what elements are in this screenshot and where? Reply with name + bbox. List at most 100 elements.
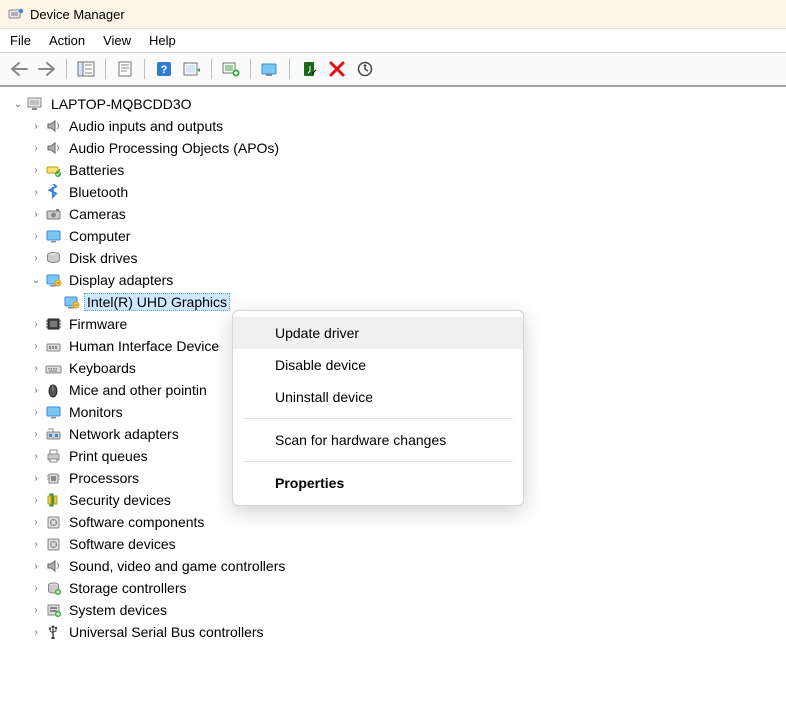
tree-device-label: Intel(R) UHD Graphics [84,293,230,311]
network-icon [44,425,64,443]
ctx-update-driver[interactable]: Update driver [233,317,523,349]
menu-help[interactable]: Help [149,33,176,48]
disable-device-button[interactable] [296,56,322,82]
tree-category-label: Cameras [66,205,129,223]
tree-category[interactable]: › Bluetooth [10,181,786,203]
tree-category-label: Computer [66,227,133,245]
toolbar-separator [66,59,67,79]
properties-button[interactable] [112,56,138,82]
chevron-right-icon[interactable]: › [28,341,44,352]
tree-root-label: LAPTOP-MQBCDD3O [48,95,195,113]
ctx-scan-hardware[interactable]: Scan for hardware changes [233,424,523,456]
tree-root[interactable]: ⌄ LAPTOP-MQBCDD3O [10,93,786,115]
help-button[interactable]: ? [151,56,177,82]
update-driver-button[interactable] [218,56,244,82]
tree-category-label: Bluetooth [66,183,131,201]
tree-category-label: Human Interface Device [66,337,222,355]
tree-category-label: Audio Processing Objects (APOs) [66,139,282,157]
chevron-right-icon[interactable]: › [28,363,44,374]
tree-category-label: Universal Serial Bus controllers [66,623,267,641]
hid-icon [44,337,64,355]
chevron-right-icon[interactable]: › [28,473,44,484]
toolbar-separator [105,59,106,79]
tree-category-label: Keyboards [66,359,139,377]
scan-hardware-alt-button[interactable] [352,56,378,82]
ctx-uninstall-device[interactable]: Uninstall device [233,381,523,413]
chevron-right-icon[interactable]: › [28,583,44,594]
ctx-properties[interactable]: Properties [233,467,523,499]
tree-category[interactable]: › Storage controllers [10,577,786,599]
svg-text:?: ? [161,64,168,76]
chevron-right-icon[interactable]: › [28,121,44,132]
menu-action[interactable]: Action [49,33,85,48]
chevron-right-icon[interactable]: › [28,187,44,198]
tree-category-label: Firmware [66,315,130,333]
forward-button[interactable] [34,56,60,82]
disk-icon [44,249,64,267]
tree-category[interactable]: › Batteries [10,159,786,181]
software-icon [44,535,64,553]
tree-category-label: Print queues [66,447,151,465]
system-icon [44,601,64,619]
tree-category[interactable]: › System devices [10,599,786,621]
tree-category[interactable]: ›Sound, video and game controllers [10,555,786,577]
chevron-down-icon[interactable]: ⌄ [28,275,44,286]
chevron-right-icon[interactable]: › [28,539,44,550]
chevron-right-icon[interactable]: › [28,451,44,462]
device-manager-icon [8,6,24,22]
scan-hardware-button[interactable] [179,56,205,82]
tree-category-label: Mice and other pointin [66,381,210,399]
tree-category-label: Monitors [66,403,126,421]
speaker-icon [44,139,64,157]
chevron-right-icon[interactable]: › [28,143,44,154]
monitor-icon [44,227,64,245]
chevron-right-icon[interactable]: › [28,385,44,396]
chevron-right-icon[interactable]: › [28,231,44,242]
title-bar: Device Manager [0,0,786,29]
ctx-disable-device[interactable]: Disable device [233,349,523,381]
tree-category[interactable]: ⌄Display adapters [10,269,786,291]
back-button[interactable] [6,56,32,82]
toolbar-separator [144,59,145,79]
tree-category-label: Software components [66,513,207,531]
chevron-right-icon[interactable]: › [28,627,44,638]
security-icon [44,491,64,509]
tree-category[interactable]: › Cameras [10,203,786,225]
tree-category[interactable]: › Audio Processing Objects (APOs) [10,137,786,159]
chevron-right-icon[interactable]: › [28,253,44,264]
tree-category[interactable]: ›Disk drives [10,247,786,269]
tree-category-label: Processors [66,469,142,487]
tree-category-label: Batteries [66,161,127,179]
enable-device-button[interactable] [257,56,283,82]
tree-category[interactable]: › Software components [10,511,786,533]
toolbar-separator [211,59,212,79]
chevron-right-icon[interactable]: › [28,165,44,176]
chevron-right-icon[interactable]: › [28,561,44,572]
chevron-right-icon[interactable]: › [28,209,44,220]
chevron-right-icon[interactable]: › [28,495,44,506]
tree-category[interactable]: › Software devices [10,533,786,555]
chevron-right-icon[interactable]: › [28,605,44,616]
chevron-right-icon[interactable]: › [28,429,44,440]
chevron-right-icon[interactable]: › [28,319,44,330]
tree-category-label: System devices [66,601,170,619]
tree-category[interactable]: › Universal Serial Bus controllers [10,621,786,643]
tree-category[interactable]: › Audio inputs and outputs [10,115,786,137]
camera-icon [44,205,64,223]
display-adapter-icon [44,271,64,289]
menu-file[interactable]: File [10,33,31,48]
chevron-down-icon[interactable]: ⌄ [10,99,26,110]
tree-category[interactable]: › Computer [10,225,786,247]
tree-category-label: Software devices [66,535,179,553]
chevron-right-icon[interactable]: › [28,407,44,418]
chevron-right-icon[interactable]: › [28,517,44,528]
toolbar-separator [289,59,290,79]
printer-icon [44,447,64,465]
uninstall-device-button[interactable] [324,56,350,82]
tree-category-label: Storage controllers [66,579,190,597]
storage-icon [44,579,64,597]
menu-view[interactable]: View [103,33,131,48]
show-hide-tree-button[interactable] [73,56,99,82]
tree-category-label: Audio inputs and outputs [66,117,226,135]
mouse-icon [44,381,64,399]
